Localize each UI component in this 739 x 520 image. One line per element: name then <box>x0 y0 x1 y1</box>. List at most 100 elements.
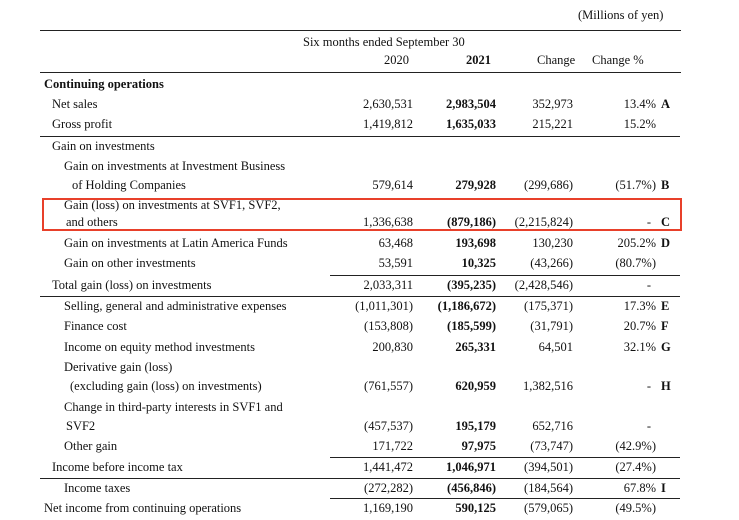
note-marker: E <box>661 299 670 313</box>
value-change: 130,230 <box>532 236 573 250</box>
value-change: (43,266) <box>530 256 573 270</box>
value-2021: 1,046,971 <box>446 460 496 474</box>
value-2020: (272,282) <box>364 481 413 495</box>
value-change-pct: 20.7% <box>623 319 656 333</box>
value-2021: 590,125 <box>455 501 496 515</box>
value-change-pct: 17.3% <box>623 299 656 313</box>
note-marker: D <box>661 236 671 250</box>
row-label-line1: Gain on investments at Investment Busine… <box>64 159 286 173</box>
value-2020: 2,630,531 <box>363 97 413 111</box>
value-2021: 620,959 <box>455 379 496 393</box>
section-title-row: Continuing operations <box>0 75 739 94</box>
value-2021: 265,331 <box>455 340 496 354</box>
note-marker: G <box>661 340 671 354</box>
row-label: Income taxes <box>64 481 131 495</box>
note-marker: H <box>661 379 671 393</box>
table-row: Total gain (loss) on investments 2,033,3… <box>0 276 739 295</box>
value-change-pct: (27.4%) <box>615 460 656 474</box>
value-change: (394,501) <box>524 460 573 474</box>
table-row: Net sales 2,630,531 2,983,504 352,973 13… <box>0 95 739 114</box>
row-label: Net income from continuing operations <box>44 501 242 515</box>
table-row: Change in third-party interests in SVF1 … <box>0 398 739 417</box>
value-2020: (1,011,301) <box>355 299 413 313</box>
value-2020: 200,830 <box>372 340 413 354</box>
table-row: Gain on investments at Latin America Fun… <box>0 234 739 253</box>
table-row: Gain on investments <box>0 137 739 156</box>
value-change-pct: - <box>646 379 651 393</box>
value-2020: 53,591 <box>378 256 413 270</box>
table-row: Derivative gain (loss) <box>0 358 739 377</box>
table-row: Other gain 171,722 97,975 (73,747) (42.9… <box>0 437 739 456</box>
value-change-pct: (51.7%) <box>615 178 656 192</box>
value-change-pct: - <box>646 215 651 229</box>
note-marker: B <box>661 178 670 192</box>
row-label: Total gain (loss) on investments <box>52 278 212 292</box>
note-marker: A <box>661 97 671 111</box>
row-label: Income on equity method investments <box>64 340 255 354</box>
value-2021: (1,186,672) <box>437 299 496 313</box>
value-2021: (456,846) <box>447 481 496 495</box>
value-change: 1,382,516 <box>523 379 573 393</box>
col-change-pct-header: Change % <box>592 53 644 67</box>
value-change: (73,747) <box>530 439 573 453</box>
value-2021: 279,928 <box>455 178 496 192</box>
note-marker: F <box>661 319 669 333</box>
value-2020: 1,336,638 <box>363 215 413 229</box>
table-row: Selling, general and administrative expe… <box>0 297 739 316</box>
unit-label: (Millions of yen) <box>578 8 664 22</box>
value-change: 352,973 <box>532 97 573 111</box>
value-2021: (395,235) <box>447 278 496 292</box>
value-change: (184,564) <box>524 481 573 495</box>
section-title: Continuing operations <box>44 77 164 91</box>
col-2021-header: 2021 <box>466 53 491 67</box>
value-2020: 1,441,472 <box>363 460 413 474</box>
value-change-pct: (80.7%) <box>615 256 656 270</box>
row-label: Gain on investments at Latin America Fun… <box>64 236 288 250</box>
value-2021: 193,698 <box>455 236 496 250</box>
value-change-pct: - <box>646 419 651 433</box>
value-change: 652,716 <box>532 419 573 433</box>
value-change: (579,065) <box>524 501 573 515</box>
row-label: Gross profit <box>52 117 113 131</box>
value-change: 215,221 <box>532 117 573 131</box>
value-2021: (185,599) <box>447 319 496 333</box>
value-change: (299,686) <box>524 178 573 192</box>
row-label: Gain on investments <box>52 139 155 153</box>
value-2021: 1,635,033 <box>446 117 496 131</box>
value-2020: (153,808) <box>364 319 413 333</box>
value-2020: 1,419,812 <box>363 117 413 131</box>
value-2021: (879,186) <box>447 215 496 229</box>
header-top-rule <box>40 30 681 31</box>
table-row: of Holding Companies 579,614 279,928 (29… <box>0 176 739 195</box>
table-row: (excluding gain (loss) on investments) (… <box>0 377 739 396</box>
note-marker: I <box>661 481 666 495</box>
value-change-pct: - <box>646 278 651 292</box>
value-change-pct: 67.8% <box>623 481 656 495</box>
value-2020: 63,468 <box>378 236 413 250</box>
value-change: (175,371) <box>524 299 573 313</box>
col-2020-header: 2020 <box>384 53 409 67</box>
header-bottom-rule <box>40 72 681 73</box>
value-2020: 1,169,190 <box>363 501 413 515</box>
value-2021: 10,325 <box>461 256 496 270</box>
value-2020: (457,537) <box>364 419 413 433</box>
value-change-pct: 15.2% <box>623 117 656 131</box>
value-change: 64,501 <box>538 340 573 354</box>
value-change-pct: 13.4% <box>623 97 656 111</box>
row-label: Gain on other investments <box>64 256 196 270</box>
table-row: Income on equity method investments 200,… <box>0 338 739 357</box>
row-label-line1: Derivative gain (loss) <box>64 360 173 374</box>
table-row: SVF2 (457,537) 195,179 652,716 - <box>0 417 739 436</box>
note-marker: C <box>661 215 671 229</box>
row-label: Other gain <box>64 439 118 453</box>
value-2021: 195,179 <box>455 419 496 433</box>
value-change-pct: (49.5%) <box>615 501 656 515</box>
row-label-line2: of Holding Companies <box>72 178 186 192</box>
value-2021: 97,975 <box>461 439 496 453</box>
table-row: Income before income tax 1,441,472 1,046… <box>0 458 739 477</box>
table-row: Gain on investments at Investment Busine… <box>0 157 739 176</box>
row-label-line2: (excluding gain (loss) on investments) <box>70 379 262 393</box>
value-change: (2,215,824) <box>514 215 573 229</box>
table-row: Gross profit 1,419,812 1,635,033 215,221… <box>0 115 739 134</box>
table-row: Income taxes (272,282) (456,846) (184,56… <box>0 479 739 498</box>
